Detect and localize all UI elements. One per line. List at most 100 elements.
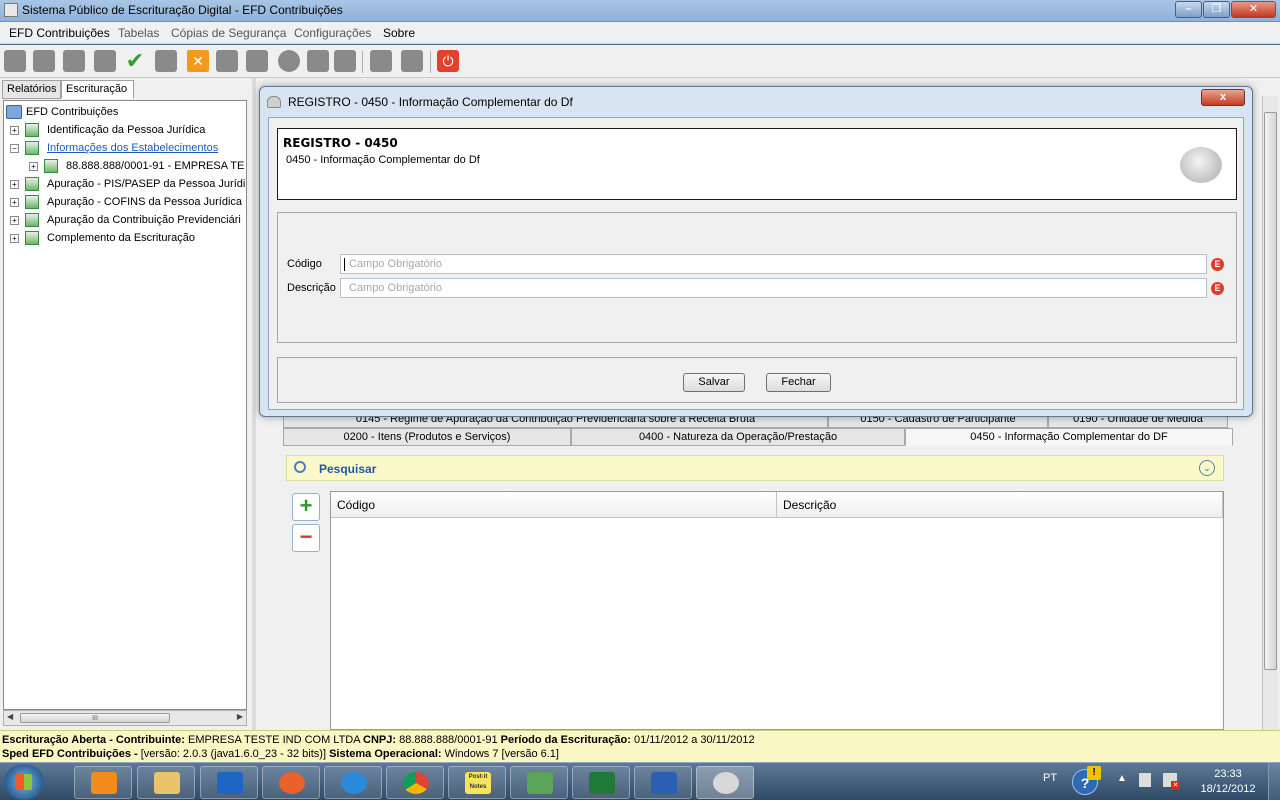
globe-icon[interactable] bbox=[278, 50, 300, 72]
chevron-down-icon[interactable]: ⌄ bbox=[1199, 460, 1215, 476]
column-header-descricao[interactable]: Descrição bbox=[777, 492, 1223, 518]
tree-item-apuracao-cofins[interactable]: + Apuração - COFINS da Pessoa Jurídica bbox=[10, 193, 242, 211]
search-label: Pesquisar bbox=[319, 462, 377, 476]
tree-root-label: EFD Contribuições bbox=[26, 106, 119, 118]
tab-0450[interactable]: 0450 - Informação Complementar do DF bbox=[905, 428, 1233, 446]
tree-item-identificacao[interactable]: + Identificação da Pessoa Jurídica bbox=[10, 121, 205, 139]
scroll-right-icon[interactable]: ▶ bbox=[237, 712, 243, 721]
tree-root[interactable]: EFD Contribuições bbox=[6, 103, 118, 121]
tree-item-apuracao-pis[interactable]: + Apuração - PIS/PASEP da Pessoa Jurídi bbox=[10, 175, 245, 193]
sped-app-icon[interactable] bbox=[696, 766, 754, 799]
menu-configuracoes[interactable]: Configurações bbox=[294, 26, 371, 40]
action-center-icon[interactable] bbox=[1139, 773, 1151, 787]
shield-icon[interactable] bbox=[334, 50, 356, 72]
horizontal-scrollbar[interactable]: ◀ III ▶ bbox=[3, 710, 247, 726]
expand-icon[interactable]: + bbox=[10, 125, 19, 135]
scroll-thumb[interactable] bbox=[1264, 112, 1277, 670]
dialog-close-button[interactable]: x bbox=[1201, 89, 1245, 106]
menu-sobre[interactable]: Sobre bbox=[383, 26, 415, 40]
close-button[interactable]: Fechar bbox=[766, 373, 831, 392]
tab-relatorios[interactable]: Relatórios bbox=[2, 80, 61, 99]
new-file-icon[interactable] bbox=[4, 50, 26, 72]
tree-item-label: Informações dos Estabelecimentos bbox=[47, 142, 219, 154]
internet-explorer-icon[interactable] bbox=[324, 766, 382, 799]
records-table: Código Descrição bbox=[330, 491, 1224, 730]
dialog-header-title: REGISTRO - 0450 bbox=[283, 136, 398, 150]
folder-icon[interactable] bbox=[63, 50, 85, 72]
file-explorer-icon[interactable] bbox=[137, 766, 195, 799]
cnpj-label: CNPJ: bbox=[363, 734, 397, 746]
vertical-scrollbar[interactable] bbox=[1262, 96, 1278, 730]
table-icon bbox=[25, 141, 39, 156]
table-icon bbox=[25, 231, 39, 246]
close-window-button[interactable]: ✕ bbox=[1231, 1, 1276, 18]
expand-icon[interactable]: + bbox=[29, 161, 38, 171]
excel-icon[interactable] bbox=[572, 766, 630, 799]
firefox-icon[interactable] bbox=[262, 766, 320, 799]
sticky-notes-icon[interactable]: Post-it Notes bbox=[448, 766, 506, 799]
save-icon[interactable] bbox=[370, 50, 392, 72]
task-app-icon[interactable] bbox=[200, 766, 258, 799]
scroll-thumb[interactable]: III bbox=[20, 713, 170, 723]
messenger-icon[interactable] bbox=[510, 766, 568, 799]
check-icon[interactable]: ✔ bbox=[124, 50, 146, 72]
table-icon bbox=[25, 177, 39, 192]
tab-escrituracao[interactable]: Escrituração bbox=[61, 80, 134, 99]
menu-copias-de-seguranca[interactable]: Cópias de Segurança bbox=[171, 26, 286, 40]
add-record-button[interactable]: + bbox=[292, 493, 320, 521]
show-hidden-icons-icon[interactable]: ▲ bbox=[1117, 773, 1127, 784]
expand-icon[interactable]: + bbox=[10, 179, 19, 189]
copy-icon[interactable] bbox=[155, 50, 177, 72]
dialog-header-subtitle: 0450 - Informação Complementar do Df bbox=[286, 154, 480, 166]
print-icon[interactable] bbox=[401, 50, 423, 72]
column-header-codigo[interactable]: Código bbox=[331, 492, 777, 518]
cancel-icon[interactable]: ✕ bbox=[187, 50, 209, 72]
expand-icon[interactable]: + bbox=[10, 215, 19, 225]
language-indicator[interactable]: PT bbox=[1043, 772, 1057, 784]
app-label: Sped EFD Contribuições - bbox=[2, 748, 138, 760]
media-player-icon[interactable] bbox=[74, 766, 132, 799]
settings-gear-icon[interactable] bbox=[94, 50, 116, 72]
tab-0200[interactable]: 0200 - Itens (Produtos e Serviços) bbox=[283, 428, 571, 446]
toolbar-separator bbox=[362, 51, 363, 73]
signature-icon[interactable] bbox=[216, 50, 238, 72]
remove-record-button[interactable]: − bbox=[292, 524, 320, 552]
required-error-icon: E bbox=[1211, 258, 1224, 271]
start-button[interactable] bbox=[4, 764, 44, 800]
tab-0400[interactable]: 0400 - Natureza da Operação/Prestação bbox=[571, 428, 905, 446]
maximize-button[interactable]: ❐ bbox=[1203, 1, 1230, 18]
network-icon[interactable]: ✕ bbox=[1163, 773, 1180, 790]
warning-icon[interactable]: ! bbox=[1087, 766, 1101, 780]
minimize-button[interactable]: – bbox=[1175, 1, 1202, 18]
clock-date: 18/12/2012 bbox=[1200, 783, 1256, 795]
codigo-input[interactable]: Campo Obrigatório bbox=[340, 254, 1207, 274]
table-icon bbox=[25, 123, 39, 138]
expand-icon[interactable]: + bbox=[10, 233, 19, 243]
show-desktop-button[interactable] bbox=[1268, 763, 1280, 800]
expand-icon[interactable]: + bbox=[10, 197, 19, 207]
scroll-left-icon[interactable]: ◀ bbox=[7, 712, 13, 721]
tools-icon[interactable] bbox=[246, 50, 268, 72]
menu-efd-contribuicoes[interactable]: EFD Contribuições bbox=[9, 26, 110, 40]
table-icon bbox=[44, 159, 58, 174]
send-icon[interactable] bbox=[307, 50, 329, 72]
windows-logo-icon bbox=[16, 774, 32, 790]
menu-tabelas[interactable]: Tabelas bbox=[118, 26, 159, 40]
save-button[interactable]: Salvar bbox=[683, 373, 745, 392]
descricao-input[interactable]: Campo Obrigatório bbox=[340, 278, 1207, 298]
power-icon[interactable]: ⏻ bbox=[437, 50, 459, 72]
text-caret bbox=[344, 258, 345, 271]
chrome-icon[interactable] bbox=[386, 766, 444, 799]
word-icon[interactable] bbox=[634, 766, 692, 799]
tree-item-estabelecimento-cnpj[interactable]: +88.888.888/0001-91 - EMPRESA TE bbox=[29, 157, 244, 175]
open-file-icon[interactable] bbox=[33, 50, 55, 72]
tree-item-complemento[interactable]: + Complemento da Escrituração bbox=[10, 229, 195, 247]
tree-item-contribuicao-previdenciaria[interactable]: + Apuração da Contribuição Previdenciári bbox=[10, 211, 241, 229]
search-bar[interactable]: Pesquisar ⌄ bbox=[286, 455, 1224, 481]
tree-item-estabelecimentos[interactable]: − Informações dos Estabelecimentos bbox=[10, 139, 218, 157]
sped-logo bbox=[1180, 147, 1222, 183]
collapse-icon[interactable]: − bbox=[10, 143, 19, 153]
search-icon bbox=[294, 461, 306, 473]
system-clock[interactable]: 23:33 18/12/2012 bbox=[1196, 767, 1260, 797]
status-bar: Escrituração Aberta - Contribuinte: EMPR… bbox=[0, 730, 1280, 762]
